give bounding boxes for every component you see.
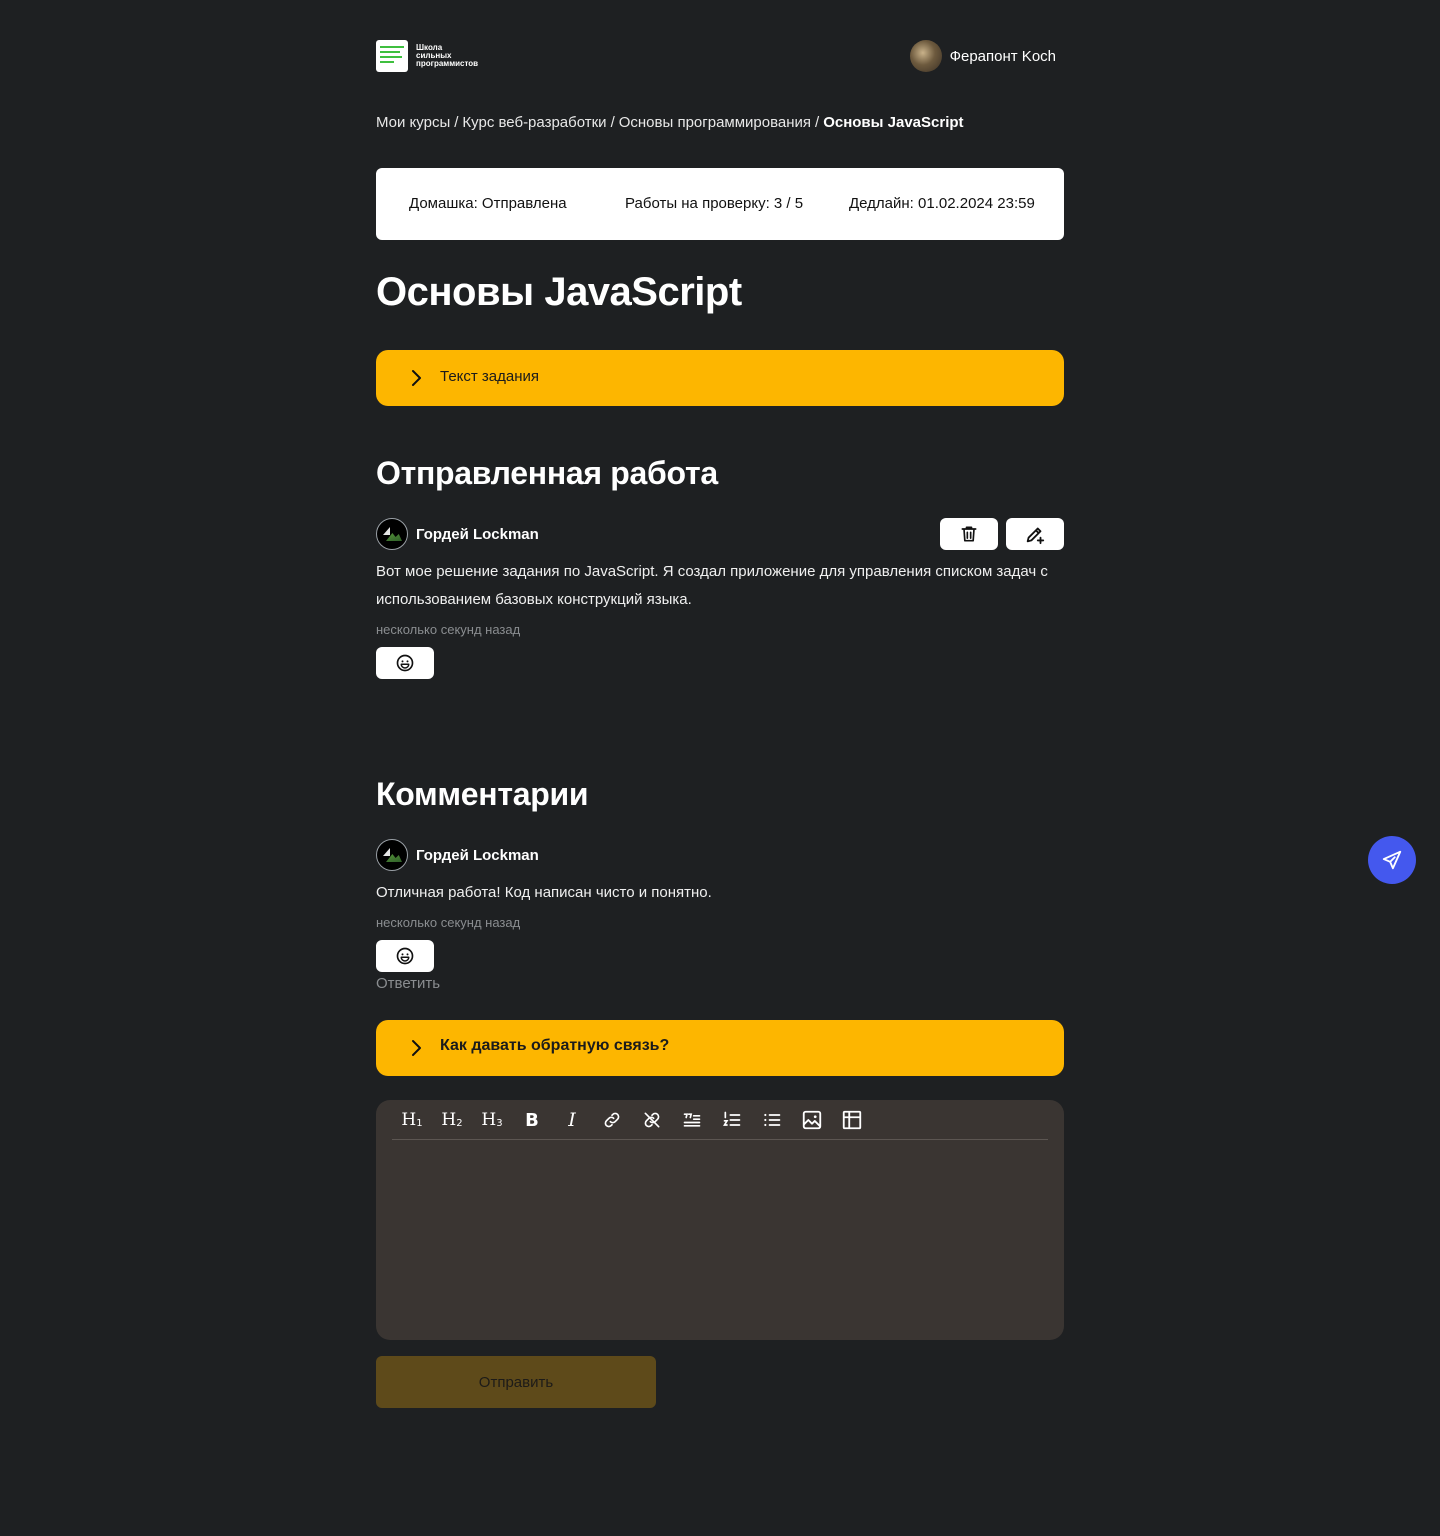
blockquote-icon[interactable] [672, 1108, 712, 1132]
breadcrumb: Мои курсы / Курс веб-разработки / Основы про… [376, 114, 964, 131]
homework-status-bar: Домашка: Отправлена Работы на проверку: … [376, 168, 1064, 240]
avatar [376, 518, 408, 550]
author-name: Гордей Lockman [416, 846, 539, 864]
edit-button[interactable] [1006, 518, 1064, 550]
breadcrumb-current: Основы JavaScript [823, 114, 964, 131]
breadcrumb-item-my-courses[interactable]: Мои курсы [376, 114, 450, 131]
review-count: Работы на проверку: 3 / 5 [625, 195, 804, 212]
avatar [376, 839, 408, 871]
page-title: Основы JavaScript [376, 270, 742, 314]
submitted-work-heading: Отправленная работа [376, 455, 718, 491]
italic-icon[interactable]: I [552, 1108, 592, 1132]
submission-time: несколько секунд назад [376, 622, 521, 637]
paper-plane-icon [1382, 850, 1402, 870]
reply-link[interactable]: Ответить [376, 975, 440, 992]
trash-icon [961, 526, 977, 542]
comment-time: несколько секунд назад [376, 915, 521, 930]
logo-icon [376, 40, 408, 72]
bold-icon[interactable]: B [512, 1108, 552, 1132]
breadcrumb-separator: / [815, 114, 820, 131]
task-text-label: Текст задания [440, 368, 540, 385]
task-text-accordion[interactable]: Текст задания [376, 350, 1064, 406]
chevron-right-icon [412, 370, 421, 386]
breadcrumb-separator: / [454, 114, 459, 131]
logo-text: Школа сильных программистов [416, 43, 479, 68]
reaction-button[interactable] [376, 647, 434, 679]
bullet-list-icon[interactable] [752, 1108, 792, 1132]
heading-1-icon[interactable]: H1 [392, 1108, 432, 1132]
header: Школа сильных программистов Ферапонт Koc… [376, 40, 1064, 72]
editor-toolbar: H1 H2 H3 B I [392, 1108, 1048, 1140]
feedback-guide-accordion[interactable]: Как давать обратную связь? [376, 1020, 1064, 1076]
link-icon[interactable] [592, 1108, 632, 1132]
submission-author: Гордей Lockman [376, 518, 539, 550]
unlink-icon[interactable] [632, 1108, 672, 1132]
submit-button[interactable]: Отправить [376, 1356, 656, 1408]
comment-author: Гордей Lockman [376, 839, 539, 871]
comments-heading: Комментарии [376, 776, 589, 812]
delete-button[interactable] [940, 518, 998, 550]
heading-3-icon[interactable]: H3 [472, 1108, 512, 1132]
table-icon[interactable] [832, 1108, 872, 1132]
avatar[interactable] [909, 40, 942, 72]
pencil-plus-icon [1026, 527, 1045, 545]
user-name[interactable]: Ферапонт Koch [950, 48, 1056, 65]
breadcrumb-item-module[interactable]: Основы программирования [619, 114, 811, 131]
feedback-guide-label: Как давать обратную связь? [440, 1037, 670, 1054]
chevron-right-icon [412, 1040, 421, 1056]
author-name: Гордей Lockman [416, 525, 539, 543]
submission-text: Вот мое решение задания по JavaScript. Я… [376, 563, 1048, 608]
heading-2-icon[interactable]: H2 [432, 1108, 472, 1132]
image-icon[interactable] [792, 1108, 832, 1132]
breadcrumb-separator: / [610, 114, 615, 131]
ordered-list-icon[interactable] [712, 1108, 752, 1132]
breadcrumb-item-course[interactable]: Курс веб-разработки [462, 114, 606, 131]
telegram-button[interactable] [1368, 836, 1416, 884]
homework-status: Домашка: Отправлена [409, 195, 567, 212]
comment-text: Отличная работа! Код написан чисто и пон… [376, 884, 712, 901]
logo[interactable]: Школа сильных программистов [376, 40, 506, 72]
user-menu[interactable]: Ферапонт Koch [909, 40, 1056, 72]
editor-input[interactable] [392, 1144, 1048, 1330]
reaction-button[interactable] [376, 940, 434, 972]
smile-icon [396, 654, 414, 672]
deadline: Дедлайн: 01.02.2024 23:59 [849, 195, 1035, 212]
comment-editor: H1 H2 H3 B I [376, 1100, 1064, 1340]
smile-icon [396, 947, 414, 965]
